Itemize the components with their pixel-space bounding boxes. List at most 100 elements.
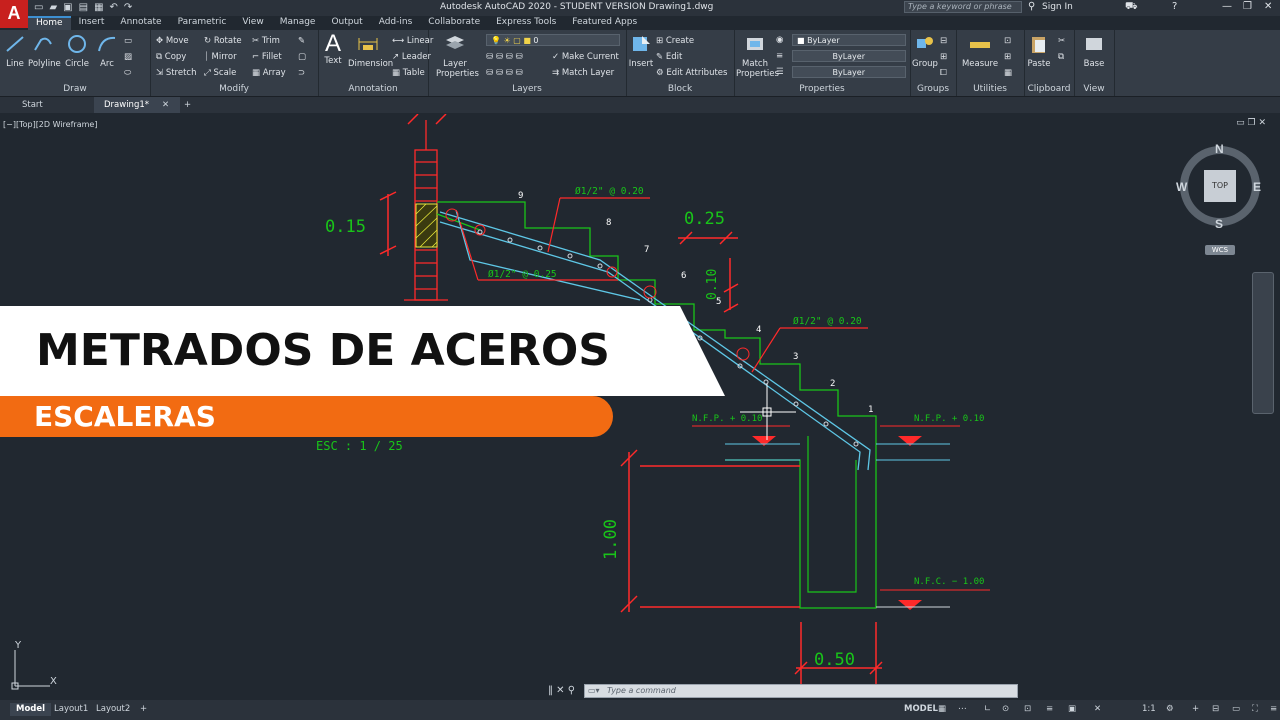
edit-attributes-button[interactable]: ⚙ Edit Attributes (656, 68, 727, 78)
lineweight-status-icon[interactable]: ≡ (1040, 703, 1059, 716)
new-icon[interactable]: ▭ (34, 2, 43, 13)
cart-icon[interactable]: ⛟ (1125, 1, 1138, 14)
annotation-scale-value[interactable]: 1:1 (1136, 703, 1162, 716)
move-button[interactable]: ✥ Move (156, 36, 189, 46)
block-panel-title[interactable]: Block (626, 84, 734, 94)
tab-collaborate[interactable]: Collaborate (420, 16, 488, 30)
ellipse-icon[interactable]: ⬭ (124, 68, 131, 78)
layer-properties-button[interactable]: Layer Properties (436, 34, 479, 79)
help-icon[interactable]: ? (1172, 1, 1177, 12)
clean-screen-icon[interactable]: ⛶ (1246, 703, 1264, 716)
clipboard-panel-title[interactable]: Clipboard (1024, 84, 1074, 94)
tab-manage[interactable]: Manage (272, 16, 324, 30)
sign-in-link[interactable]: Sign In (1042, 2, 1073, 12)
maximize-icon[interactable]: ❐ (1243, 1, 1252, 12)
erase-icon[interactable]: ✎ (298, 36, 305, 46)
tab-output[interactable]: Output (323, 16, 370, 30)
binoculars-icon[interactable]: ⚲ (1028, 1, 1035, 12)
table-button[interactable]: ▦ Table (392, 68, 425, 78)
stretch-button[interactable]: ⇲ Stretch (156, 68, 197, 78)
tab-featured-apps[interactable]: Featured Apps (564, 16, 645, 30)
properties-panel-title[interactable]: Properties (734, 84, 910, 94)
edit-block-button[interactable]: ✎ Edit (656, 52, 682, 62)
layers-panel-title[interactable]: Layers (428, 84, 626, 94)
array-button[interactable]: ▦ Array (252, 68, 286, 78)
search-input[interactable]: Type a keyword or phrase (904, 1, 1022, 13)
viewcube-east[interactable]: E (1253, 180, 1261, 194)
utilities-panel-title[interactable]: Utilities (956, 84, 1024, 94)
save-icon[interactable]: ▣ (63, 2, 72, 13)
scale-button[interactable]: ⤢ Scale (204, 68, 236, 78)
open-icon[interactable]: ▰ (49, 2, 57, 13)
measure-button[interactable]: Measure (960, 34, 1000, 69)
close-tab-icon[interactable]: ✕ (158, 97, 173, 113)
command-input[interactable]: Type a command (584, 684, 1018, 698)
new-tab-icon[interactable]: + (180, 97, 195, 113)
tab-model[interactable]: Model (10, 703, 52, 716)
match-layer-button[interactable]: ⇉ Match Layer (552, 68, 614, 78)
annotation-scale-icon[interactable]: ✕ (1088, 703, 1107, 716)
redo-icon[interactable]: ↷ (124, 2, 132, 13)
mirror-button[interactable]: ⏐ Mirror (204, 52, 237, 62)
ungroup-icon[interactable]: ⊟ (940, 36, 947, 46)
add-layout-icon[interactable]: + (134, 703, 153, 716)
make-current-button[interactable]: ✓ Make Current (552, 52, 619, 62)
draw-panel-title[interactable]: Draw (0, 84, 150, 94)
fillet-button[interactable]: ⌐ Fillet (252, 52, 282, 62)
transparency-icon[interactable]: ▣ (1062, 703, 1082, 716)
tab-start[interactable]: Start (12, 97, 53, 113)
isolate-icon[interactable]: ⊟ (1206, 703, 1225, 716)
rotate-button[interactable]: ↻ Rotate (204, 36, 242, 46)
linetype-dropdown[interactable]: ByLayer (792, 50, 906, 62)
linetype-icon[interactable]: ≡ (776, 51, 783, 61)
customize-icon[interactable]: ≡ (1264, 703, 1280, 716)
arc-button[interactable]: Arc (96, 34, 118, 69)
plot-icon[interactable]: ▦ (94, 2, 103, 13)
viewcube-south[interactable]: S (1215, 217, 1223, 231)
command-grip-icon[interactable]: ‖ ✕ ⚲ (548, 685, 575, 696)
snap-icon[interactable]: ⋯ (952, 703, 973, 716)
ortho-icon[interactable]: ∟ (978, 703, 997, 716)
base-button[interactable]: Base (1082, 34, 1106, 69)
undo-icon[interactable]: ↶ (110, 2, 118, 13)
tab-home[interactable]: Home (28, 16, 71, 30)
modify-panel-title[interactable]: Modify (150, 84, 318, 94)
text-button[interactable]: A Text (322, 32, 344, 67)
layer-tools-row1[interactable]: ⛁ ⛁ ⛁ ⛁ (486, 52, 523, 62)
dimension-button[interactable]: Dimension (348, 34, 393, 69)
command-history-icon[interactable]: ▭▾ (588, 686, 600, 695)
autocad-logo[interactable]: A (0, 0, 28, 28)
workspace-gear-icon[interactable]: ⚙ (1160, 703, 1180, 716)
grid-icon[interactable]: ▦ (932, 703, 952, 716)
match-properties-button[interactable]: Match Properties (736, 34, 779, 79)
hardware-accel-icon[interactable]: ▭ (1226, 703, 1246, 716)
lineweight-dropdown[interactable]: ByLayer (792, 66, 906, 78)
viewcube-north[interactable]: N (1215, 142, 1224, 156)
tab-express-tools[interactable]: Express Tools (488, 16, 564, 30)
tab-parametric[interactable]: Parametric (170, 16, 235, 30)
saveas-icon[interactable]: ▤ (79, 2, 88, 13)
calculator-icon[interactable]: ▦ (1004, 68, 1012, 78)
view-panel-title[interactable]: View (1074, 84, 1114, 94)
create-block-button[interactable]: ⊞ Create (656, 36, 694, 46)
cut-icon[interactable]: ✂ (1058, 36, 1065, 46)
quick-select-icon[interactable]: ⊡ (1004, 36, 1011, 46)
lineweight-icon[interactable]: ☰ (776, 67, 784, 77)
group-edit-icon[interactable]: ⊞ (940, 52, 947, 62)
tab-insert[interactable]: Insert (71, 16, 113, 30)
tab-layout1[interactable]: Layout1 (48, 703, 94, 716)
polyline-button[interactable]: Polyline (28, 34, 61, 69)
leader-button[interactable]: ↗ Leader (392, 52, 431, 62)
viewcube-west[interactable]: W (1176, 180, 1187, 194)
circle-button[interactable]: Circle (64, 34, 90, 69)
tab-view[interactable]: View (234, 16, 271, 30)
color-wheel-icon[interactable]: ◉ (776, 35, 783, 45)
explode-icon[interactable]: ▢ (298, 52, 306, 62)
minimize-icon[interactable]: — (1222, 1, 1232, 12)
tab-layout2[interactable]: Layout2 (90, 703, 136, 716)
trim-button[interactable]: ✂ Trim (252, 36, 280, 46)
rectangle-icon[interactable]: ▭ (124, 36, 132, 46)
color-dropdown[interactable]: ■ ByLayer (792, 34, 906, 46)
tab-annotate[interactable]: Annotate (112, 16, 169, 30)
tab-addins[interactable]: Add-ins (371, 16, 421, 30)
